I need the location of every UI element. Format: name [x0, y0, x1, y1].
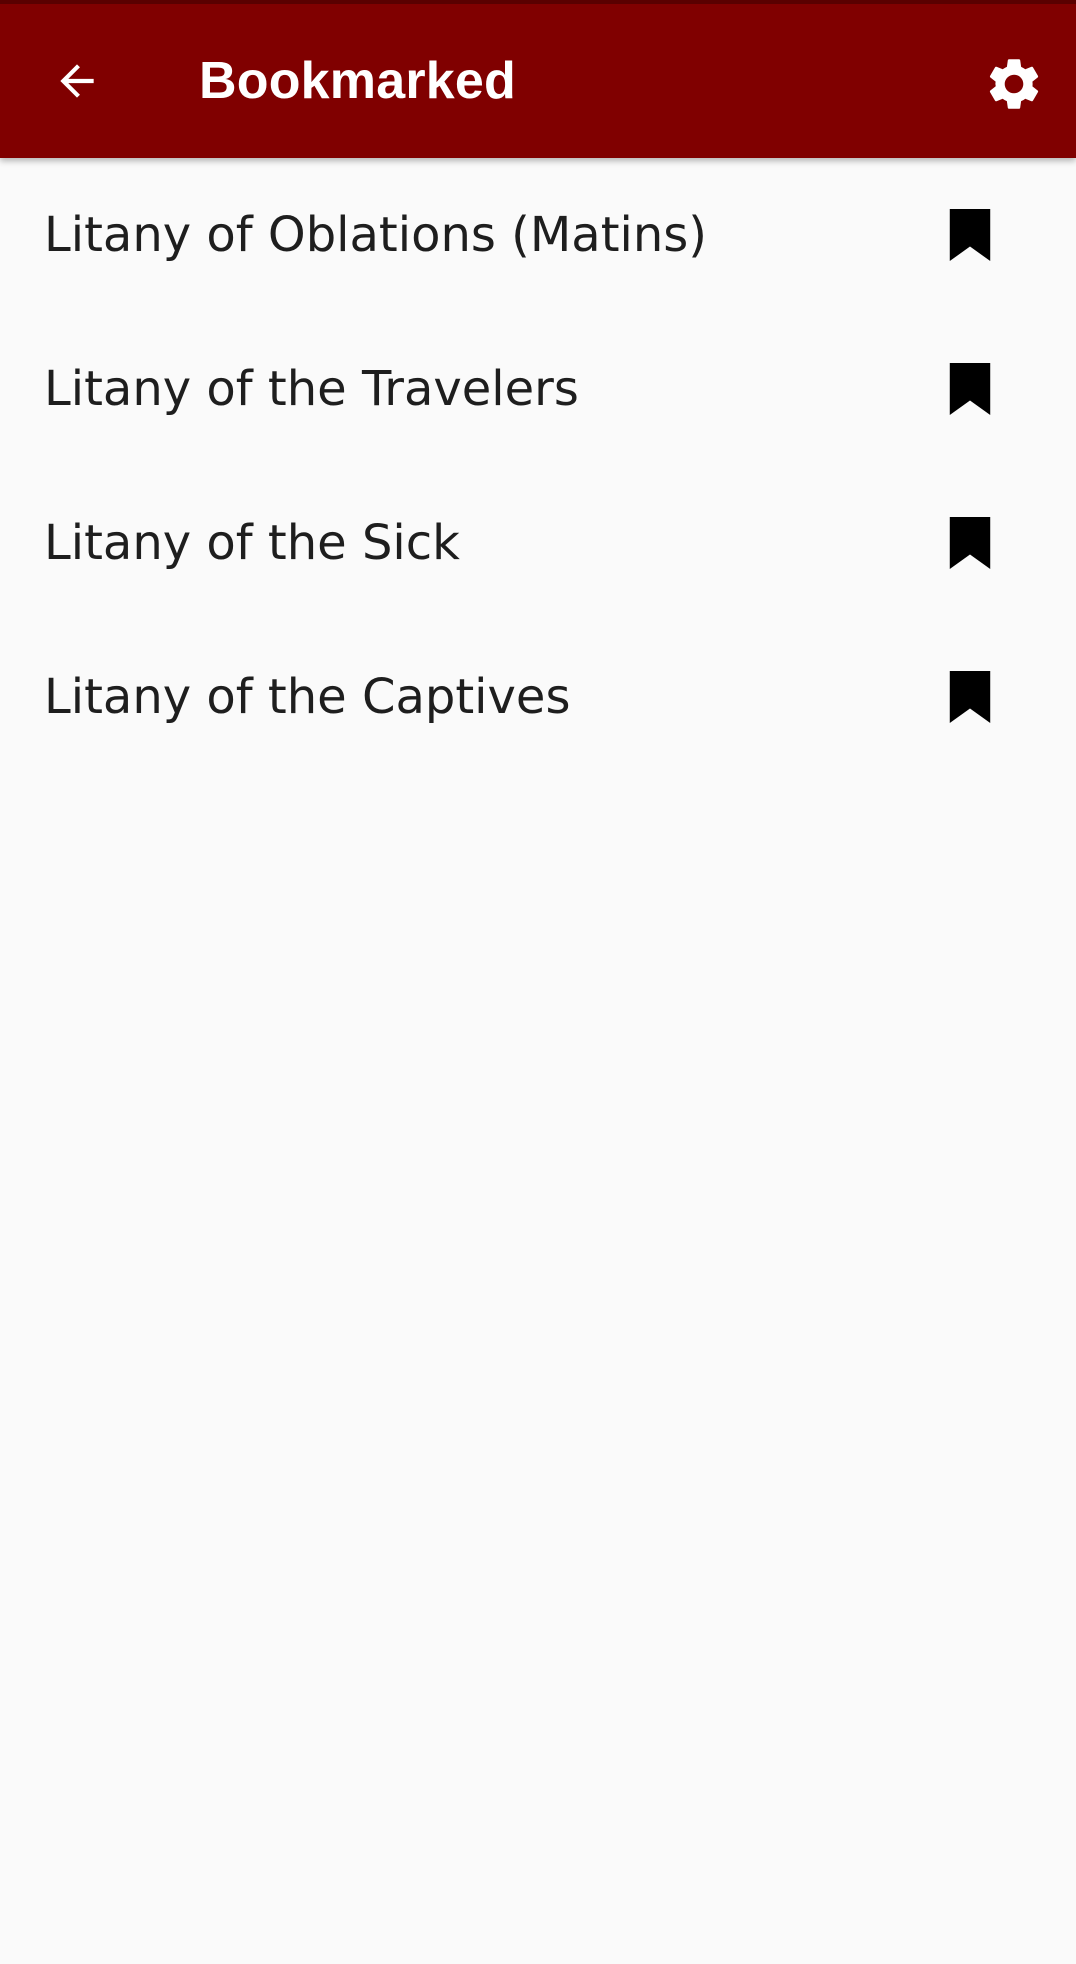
list-item-label: Litany of the Captives	[44, 669, 571, 725]
list-item-label: Litany of the Travelers	[44, 361, 579, 417]
list-item-label: Litany of Oblations (Matins)	[44, 207, 707, 263]
bookmark-list: Litany of Oblations (Matins) Litany of t…	[0, 158, 1076, 774]
app-bar: Bookmarked	[0, 0, 1076, 158]
list-item[interactable]: Litany of the Captives	[0, 620, 1076, 774]
page-title: Bookmarked	[199, 52, 516, 110]
arrow-back-icon	[52, 56, 102, 106]
gear-icon	[983, 53, 1045, 115]
bookmark-button[interactable]	[940, 200, 1000, 270]
settings-button[interactable]	[970, 40, 1058, 128]
bookmark-button[interactable]	[940, 662, 1000, 732]
back-button[interactable]	[36, 40, 118, 122]
bookmark-icon	[949, 363, 991, 415]
bookmark-icon	[949, 517, 991, 569]
list-item[interactable]: Litany of the Sick	[0, 466, 1076, 620]
list-item[interactable]: Litany of the Travelers	[0, 312, 1076, 466]
list-item-label: Litany of the Sick	[44, 515, 460, 571]
bookmark-button[interactable]	[940, 354, 1000, 424]
bookmark-icon	[949, 209, 991, 261]
bookmark-button[interactable]	[940, 508, 1000, 578]
bookmark-icon	[949, 671, 991, 723]
list-item[interactable]: Litany of Oblations (Matins)	[0, 158, 1076, 312]
